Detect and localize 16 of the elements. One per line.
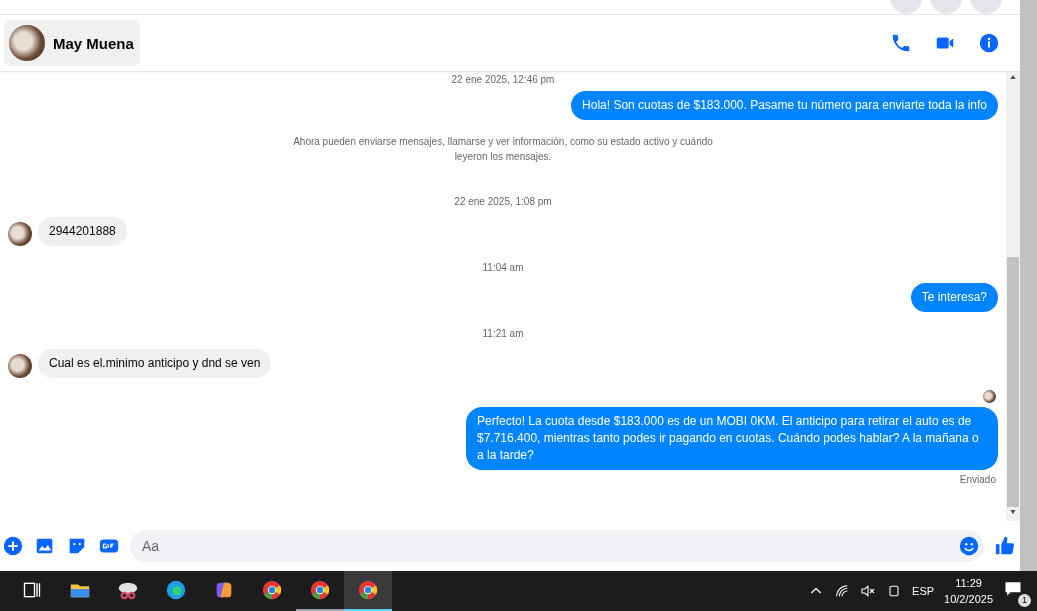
- language-indicator[interactable]: ESP: [912, 585, 935, 597]
- outgoing-message: Hola! Son cuotas de $183.000. Pasame tu número para enviarte toda la info: [571, 91, 998, 120]
- timestamp: 11:21 am: [481, 328, 525, 339]
- timestamp: 11:04 am: [481, 262, 525, 273]
- contact-name: May Muena: [53, 34, 134, 52]
- incoming-message: Cual es el.minimo anticipo y dnd se ven: [38, 349, 272, 378]
- info-notice: Ahora pueden enviarse mensajes, llamarse y ver información, como su estado activo y cuándo leyeron los mensajes.: [293, 135, 713, 164]
- message-input[interactable]: Aa: [130, 530, 984, 562]
- delivery-status: Enviado: [959, 474, 996, 485]
- timestamp: 22 ene 2025, 12:46 pm: [450, 74, 556, 85]
- incoming-message: 2944201888: [38, 217, 127, 246]
- outgoing-message: Te interesa?: [910, 283, 998, 312]
- clock[interactable]: 11:29 10/2/2025: [944, 575, 993, 607]
- outgoing-message: Perfecto! La cuota desde $183.000 es de un MOBI 0KM. El anticipo para retirar el auto es de $7.716.400, mientras tanto podes ir pagando en cuotas. Cuándo podes hablar? A la mañana o a la tarde?: [466, 407, 998, 470]
- timestamp: 22 ene 2025, 1:08 pm: [453, 196, 553, 207]
- contact-header[interactable]: May Muena: [4, 20, 140, 66]
